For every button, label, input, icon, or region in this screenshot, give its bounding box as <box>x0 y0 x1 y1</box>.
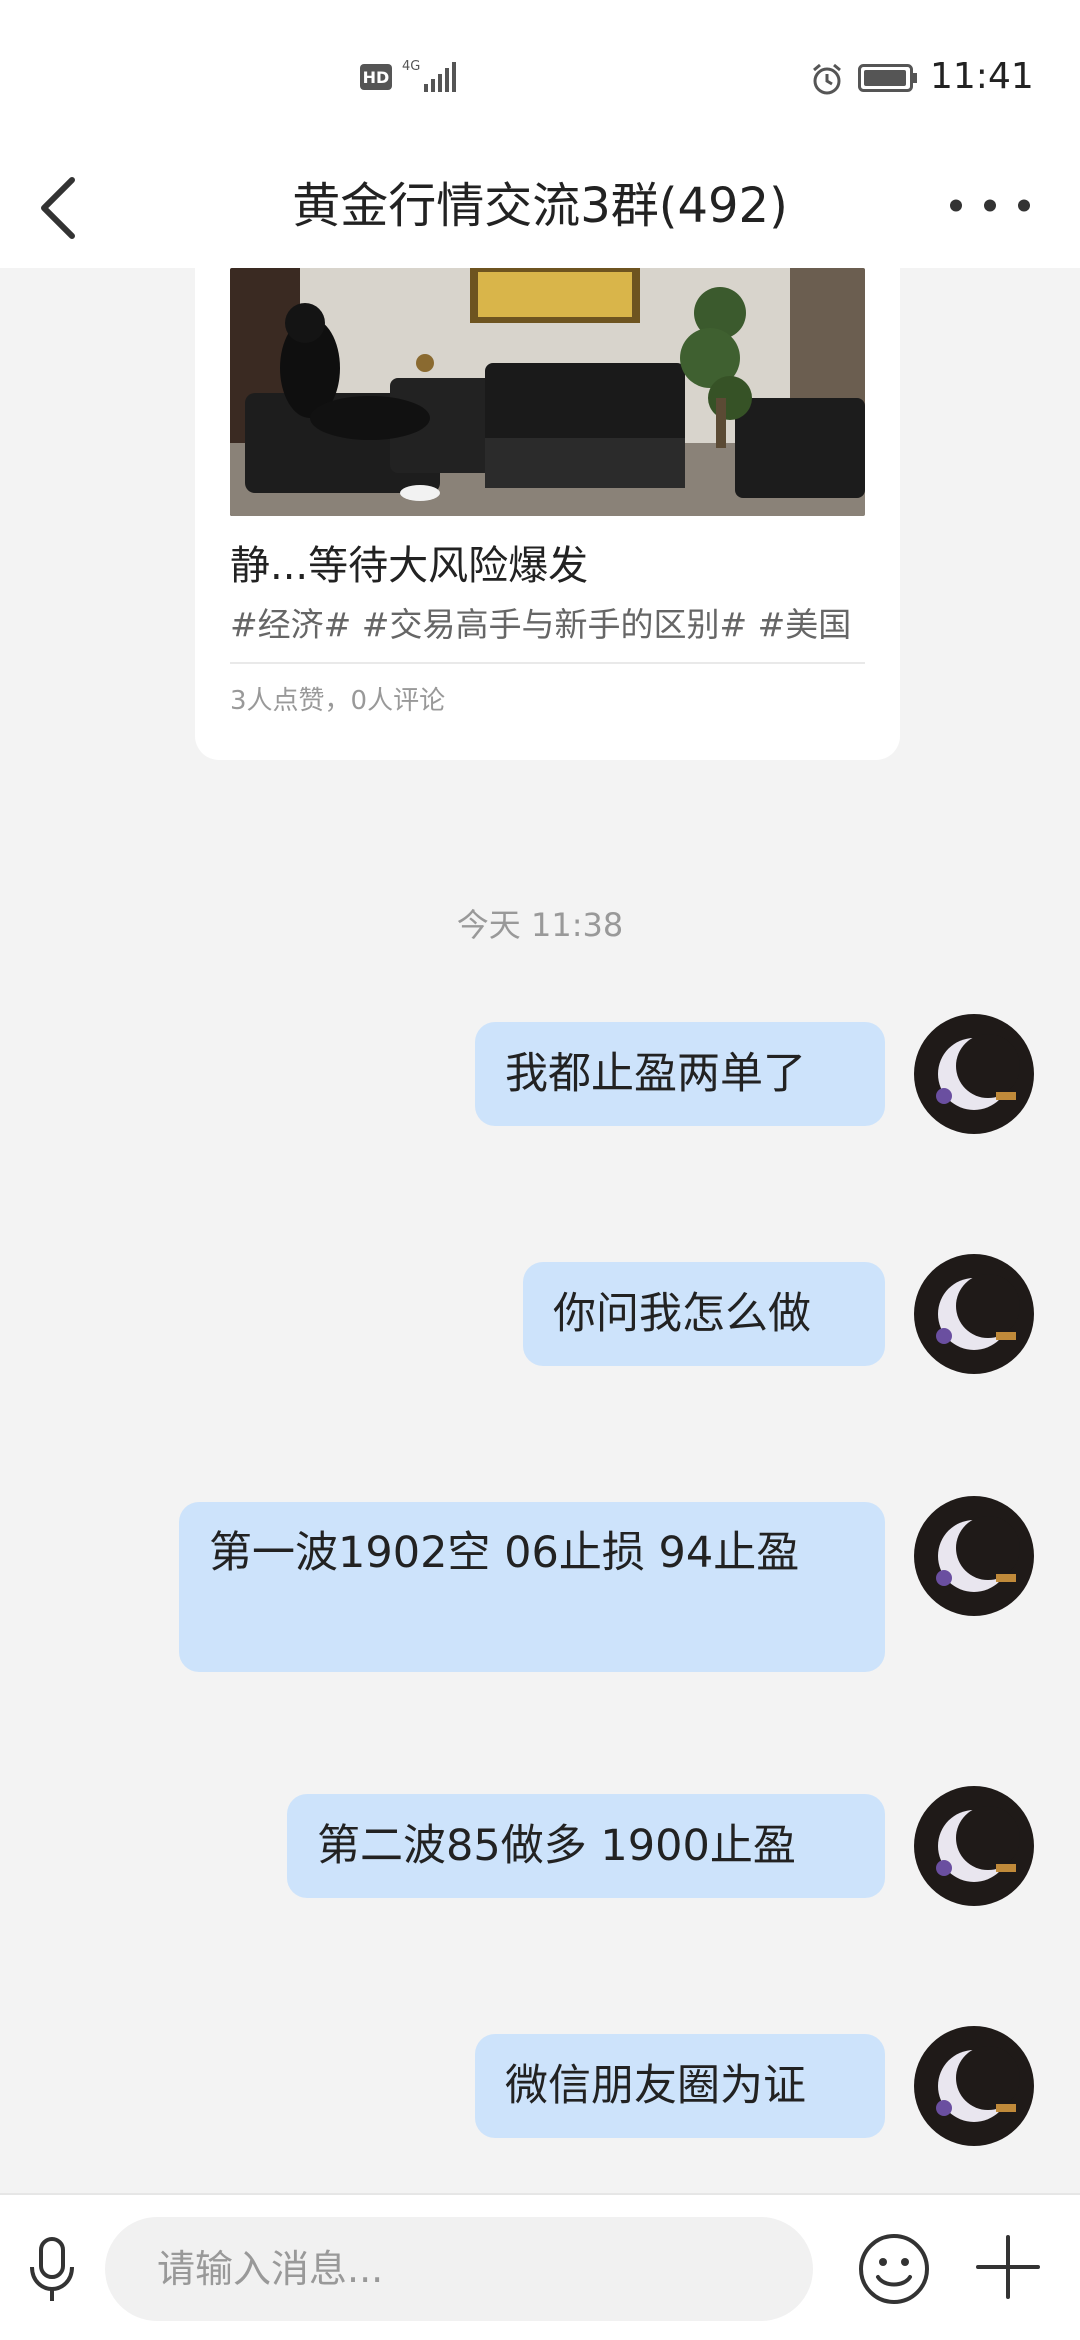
avatar[interactable] <box>914 1254 1034 1374</box>
message-bubble[interactable]: 第一波1902空 06止损 94止盈 <box>179 1502 885 1672</box>
post-tags: #经济# #交易高手与新手的区别# #美国 <box>230 605 852 644</box>
post-stats: 3人点赞，0人评论 <box>230 686 446 716</box>
message-bubble[interactable]: 你问我怎么做 <box>523 1262 885 1366</box>
clock: 11:41 <box>930 56 1034 97</box>
message-text: 我都止盈两单了 <box>505 1049 806 1099</box>
message-text: 第一波1902空 06止损 94止盈 <box>209 1528 800 1578</box>
message-input[interactable] <box>105 2217 813 2321</box>
emoji-icon[interactable] <box>856 2231 932 2307</box>
hd-badge: HD <box>360 64 392 90</box>
plus-icon[interactable] <box>972 2231 1044 2303</box>
microphone-icon[interactable] <box>24 2235 80 2305</box>
avatar[interactable] <box>914 2026 1034 2146</box>
status-bar: HD 4G 11:41 <box>0 0 1080 150</box>
chat-messages[interactable]: 静...等待大风险爆发 #经济# #交易高手与新手的区别# #美国 3人点赞，0… <box>0 268 1080 2193</box>
message-text: 微信朋友圈为证 <box>505 2061 806 2111</box>
more-dots-icon[interactable] <box>940 182 1040 232</box>
divider <box>230 662 865 664</box>
chat-header: 黄金行情交流3群(492) <box>0 150 1080 268</box>
avatar[interactable] <box>914 1786 1034 1906</box>
message-bubble[interactable]: 第二波85做多 1900止盈 <box>287 1794 885 1898</box>
alarm-icon <box>813 63 841 95</box>
time-separator: 今天 11:38 <box>456 906 624 944</box>
avatar[interactable] <box>914 1014 1034 1134</box>
input-bar <box>0 2193 1080 2340</box>
chat-title: 黄金行情交流3群(492) <box>292 178 788 234</box>
message-text: 第二波85做多 1900止盈 <box>317 1821 796 1871</box>
post-title: 静...等待大风险爆发 <box>230 543 589 589</box>
avatar[interactable] <box>914 1496 1034 1616</box>
message-bubble[interactable]: 我都止盈两单了 <box>475 1022 885 1126</box>
post-card[interactable]: 静...等待大风险爆发 #经济# #交易高手与新手的区别# #美国 3人点赞，0… <box>195 268 900 760</box>
message-text: 你问我怎么做 <box>553 1289 811 1339</box>
message-bubble[interactable]: 微信朋友圈为证 <box>475 2034 885 2138</box>
signal-icon <box>424 62 456 92</box>
battery-icon <box>858 64 917 92</box>
post-image[interactable] <box>230 268 865 516</box>
chevron-left-icon[interactable] <box>30 168 90 248</box>
